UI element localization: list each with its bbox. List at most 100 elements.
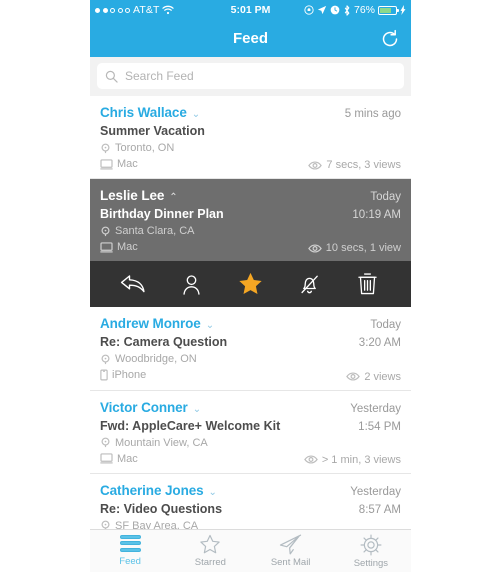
sender-name: Catherine Jones [100,482,204,498]
mute-bell-icon[interactable] [296,271,322,297]
sender-row[interactable]: Andrew Monroe ⌄ [100,315,214,333]
gear-icon [360,534,382,556]
timestamp-primary: 5 mins ago [344,108,401,120]
tab-settings[interactable]: Settings [331,530,411,572]
views-row: 10 secs, 1 view [307,242,401,254]
subject-line: Re: Video Questions [100,501,223,516]
alarm-clock-icon [330,5,340,15]
subject-line: Fwd: AppleCare+ Welcome Kit [100,418,281,433]
chevron-down-icon[interactable]: ⌄ [192,109,200,120]
search-placeholder: Search Feed [125,69,194,83]
location-label: Woodbridge, ON [115,353,197,365]
sender-name: Chris Wallace [100,105,187,120]
feed-list[interactable]: Chris Wallace ⌄ 5 mins ago Summer Vacatio… [90,96,411,540]
views-label: > 1 min, 3 views [321,453,401,466]
reply-icon[interactable] [120,271,146,297]
eye-icon [304,455,318,464]
device-row: Mac [100,453,138,465]
charging-bolt-icon [400,5,406,15]
chevron-up-icon[interactable]: ⌃ [169,192,177,203]
chevron-down-icon[interactable]: ⌄ [193,404,201,415]
eye-icon [307,243,322,253]
location-label: Santa Clara, CA [115,225,195,237]
trash-icon[interactable] [355,271,381,297]
location-arrow-icon [317,5,327,15]
location-row: Toronto, ON [100,142,401,154]
wifi-icon [162,5,175,15]
phone-screen: AT&T 5:01 PM 76% Feed Search Feed Chris … [90,0,411,572]
timestamp-primary: Yesterday [350,402,401,415]
location-row: Mountain View, CA [100,437,401,449]
tab-bar[interactable]: Feed Starred Sent Mail Settings [90,529,411,572]
device-label: Mac [117,452,138,465]
device-row: iPhone [100,369,146,381]
signal-strength-dots [95,7,130,13]
action-toolbar[interactable] [90,261,411,307]
timestamp-secondary: 10:19 AM [352,209,401,221]
device-row: Mac [100,158,138,170]
search-bar-container: Search Feed [90,57,411,96]
tab-starred[interactable]: Starred [170,530,250,572]
sender-name: Victor Conner [100,399,188,415]
location-pin-icon [100,354,111,365]
sender-row[interactable]: Chris Wallace ⌄ [100,104,200,122]
feed-item-andrew-monroe[interactable]: Andrew Monroe ⌄ Today Re: Camera Question… [90,307,411,391]
sender-name: Leslie Lee [100,188,165,203]
subject-line: Summer Vacation [100,124,205,138]
timestamp-primary: Today [370,191,401,203]
chevron-down-icon[interactable]: ⌄ [209,487,217,498]
status-bar-right: 76% [304,4,406,16]
location-row: Santa Clara, CA [100,225,401,237]
desktop-icon [100,453,113,464]
sender-row[interactable]: Catherine Jones ⌄ [100,482,217,500]
timestamp-secondary: 8:57 AM [358,503,401,516]
timestamp-secondary: 3:20 AM [358,337,401,349]
sender-name: Andrew Monroe [100,316,201,331]
sender-row[interactable]: Victor Conner ⌄ [100,399,201,417]
eye-icon [308,160,323,170]
eye-icon [346,372,361,381]
nav-bar: Feed [90,20,411,57]
sender-row[interactable]: Leslie Lee ⌃ [100,187,178,205]
feed-item-victor-conner[interactable]: Victor Conner ⌄ Yesterday Fwd: AppleCare+… [90,391,411,474]
location-pin-icon [100,143,111,154]
location-pin-icon [100,437,111,448]
chevron-down-icon[interactable]: ⌄ [206,320,214,331]
phone-icon [100,369,108,381]
desktop-icon [100,241,113,253]
feed-item-chris-wallace[interactable]: Chris Wallace ⌄ 5 mins ago Summer Vacatio… [90,96,411,179]
location-label: Mountain View, CA [115,436,208,449]
feed-item-leslie-lee[interactable]: Leslie Lee ⌃ Today Birthday Dinner Plan 1… [90,179,411,261]
views-label: 7 secs, 3 views [326,159,401,171]
search-icon [105,70,118,83]
tab-label: Feed [119,556,141,568]
views-label: 2 views [364,370,401,383]
device-label: Mac [117,158,138,170]
device-label: iPhone [112,369,147,381]
search-input[interactable]: Search Feed [97,63,404,89]
rotation-lock-icon [304,5,314,15]
battery-icon [378,5,399,15]
tab-feed[interactable]: Feed [90,530,170,572]
battery-percent-label: 76% [353,4,375,16]
status-bar-left: AT&T [95,4,175,16]
location-label: Toronto, ON [115,142,175,154]
bluetooth-icon [343,4,351,16]
tab-label: Sent Mail [270,557,311,568]
subject-line: Re: Camera Question [100,335,228,349]
tab-sent-mail[interactable]: Sent Mail [251,530,331,572]
star-icon[interactable] [237,271,263,297]
status-bar: AT&T 5:01 PM 76% [90,0,411,20]
carrier-label: AT&T [133,4,160,16]
views-label: 10 secs, 1 view [325,242,401,254]
paper-plane-icon [279,534,302,555]
desktop-icon [100,158,113,170]
contact-icon[interactable] [179,271,205,297]
page-title: Feed [232,30,268,47]
views-row: 2 views [346,371,401,383]
subject-line: Birthday Dinner Plan [100,207,224,221]
tab-label: Starred [194,557,226,568]
refresh-icon[interactable] [379,28,401,50]
device-row: Mac [100,241,138,253]
star-outline-icon [199,534,221,555]
